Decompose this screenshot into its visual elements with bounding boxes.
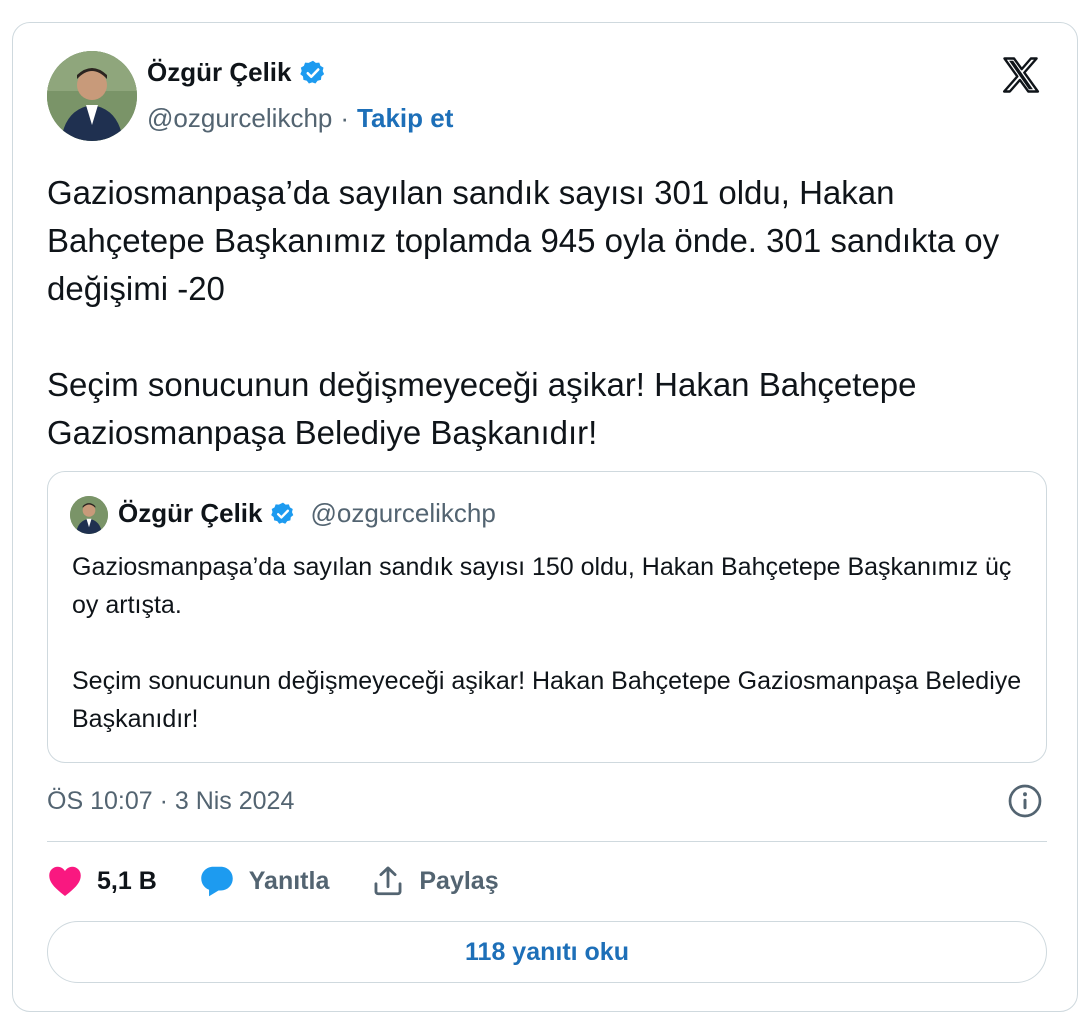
author-avatar[interactable] [47, 51, 137, 141]
author-name[interactable]: Özgür Çelik [147, 57, 291, 88]
quoted-author-avatar [70, 496, 108, 534]
quoted-author-handle: @ozgurcelikchp [310, 498, 496, 528]
verified-badge-icon [300, 60, 325, 83]
share-icon [374, 866, 402, 896]
tweet-card: Özgür Çelik @ozgurcelikchp · Takip et Ga… [12, 22, 1078, 1012]
reply-bubble-icon [201, 866, 233, 897]
quoted-paragraph-2: Seçim sonucunun değişmeyeceği aşikar! Ha… [72, 667, 1022, 733]
author-handle-row: @ozgurcelikchp · Takip et [147, 103, 453, 134]
share-button[interactable]: Paylaş [371, 864, 499, 898]
share-label: Paylaş [419, 866, 499, 895]
tweet-paragraph-2: Seçim sonucunun değişmeyeceği aşikar! Ha… [47, 366, 917, 451]
like-count: 5,1 B [97, 866, 157, 895]
read-replies-button[interactable]: 118 yanıtı oku [47, 921, 1047, 983]
action-bar: 5,1 B Yanıtla Paylaş [47, 861, 541, 901]
x-logo-icon[interactable] [999, 53, 1043, 97]
follow-button[interactable]: Takip et [357, 103, 453, 134]
tweet-timestamp[interactable]: ÖS 10:07 · 3 Nis 2024 [47, 787, 294, 816]
author-name-row: Özgür Çelik [147, 57, 327, 88]
quoted-tweet-text: Gaziosmanpaşa’da sayılan sandık sayısı 1… [72, 548, 1022, 738]
quoted-header: Özgür Çelik @ozgurcelikchp [118, 498, 496, 529]
author-handle[interactable]: @ozgurcelikchp [147, 103, 332, 134]
reply-button[interactable]: Yanıtla [199, 864, 330, 898]
quoted-paragraph-1: Gaziosmanpaşa’da sayılan sandık sayısı 1… [72, 553, 1012, 619]
reply-label: Yanıtla [248, 866, 330, 895]
divider [47, 841, 1047, 842]
verified-badge-icon [271, 502, 294, 524]
quoted-tweet[interactable]: Özgür Çelik @ozgurcelikchp Gaziosmanpaşa… [47, 471, 1047, 763]
tweet-text: Gaziosmanpaşa’da sayılan sandık sayısı 3… [47, 169, 1047, 457]
quoted-author-name: Özgür Çelik [118, 498, 263, 528]
like-button[interactable]: 5,1 B [47, 864, 157, 898]
handle-separator: · [340, 103, 350, 133]
heart-icon [49, 866, 81, 896]
info-icon[interactable] [1007, 783, 1043, 819]
tweet-paragraph-1: Gaziosmanpaşa’da sayılan sandık sayısı 3… [47, 174, 1000, 307]
